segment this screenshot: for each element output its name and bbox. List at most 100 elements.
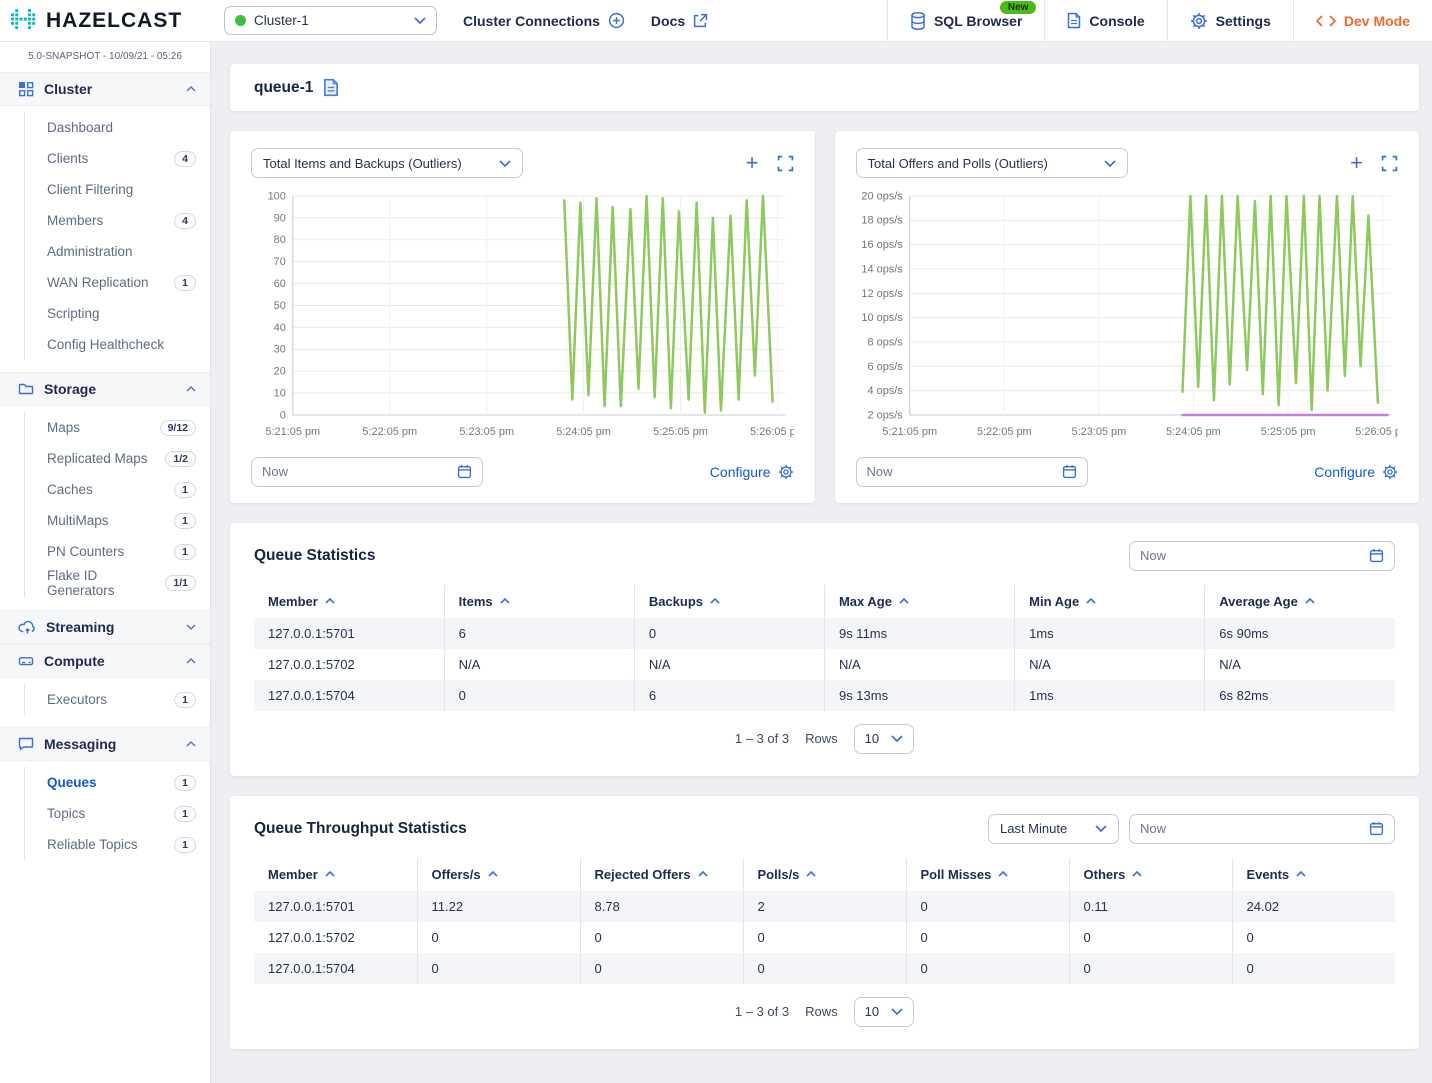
chart-time-value: Now: [262, 464, 457, 479]
table-row[interactable]: 127.0.0.1:5702N/AN/AN/AN/AN/A: [254, 649, 1395, 680]
sidebar-section-compute[interactable]: Compute: [0, 644, 210, 678]
drive-icon: [18, 653, 34, 669]
hazelcast-logo: HAZELCAST: [0, 0, 224, 41]
column-header-rejected-offers[interactable]: Rejected Offers: [580, 858, 743, 891]
sidebar: 5.0-SNAPSHOT - 10/09/21 - 05:26 Cluster …: [0, 42, 211, 1083]
sidebar-section-storage[interactable]: Storage: [0, 372, 210, 406]
rows-label: Rows: [805, 731, 838, 746]
sidebar-item-maps[interactable]: Maps 9/12: [25, 412, 210, 443]
throughput-time-input[interactable]: Now: [1129, 814, 1395, 844]
queue-statistics-card: Queue Statistics Now MemberItemsBackupsM…: [230, 523, 1419, 776]
sidebar-item-multimaps[interactable]: MultiMaps 1: [25, 505, 210, 536]
column-header-offers-s[interactable]: Offers/s: [417, 858, 580, 891]
svg-text:8 ops/s: 8 ops/s: [867, 336, 903, 348]
column-header-others[interactable]: Others: [1069, 858, 1232, 891]
svg-text:5:24:05 pm: 5:24:05 pm: [1166, 426, 1221, 438]
cluster-select[interactable]: Cluster-1: [224, 6, 437, 35]
top-navbar: HAZELCAST Cluster-1 Cluster Connections …: [0, 0, 1432, 42]
configure-label: Configure: [1314, 464, 1375, 480]
rows-per-page-select[interactable]: 10: [854, 997, 914, 1027]
table-row[interactable]: 127.0.0.1:5701609s 11ms1ms6s 90ms: [254, 618, 1395, 649]
sort-asc-icon: [325, 598, 335, 604]
chart-time-input[interactable]: Now: [251, 457, 483, 487]
sidebar-item-dashboard[interactable]: Dashboard: [25, 112, 210, 143]
docs-link[interactable]: Docs: [651, 0, 708, 41]
main-content: queue-1 Total Items and Backups (Outlier…: [211, 42, 1432, 1083]
column-header-member[interactable]: Member: [254, 858, 417, 891]
sidebar-item-queues[interactable]: Queues 1: [25, 767, 210, 798]
column-header-min-age[interactable]: Min Age: [1015, 585, 1205, 618]
interval-select-value: Last Minute: [1000, 821, 1085, 836]
sort-asc-icon: [698, 871, 708, 877]
chevron-up-icon: [186, 386, 196, 392]
sidebar-item-caches[interactable]: Caches 1: [25, 474, 210, 505]
sort-asc-icon: [488, 871, 498, 877]
column-header-member[interactable]: Member: [254, 585, 444, 618]
column-header-poll-misses[interactable]: Poll Misses: [906, 858, 1069, 891]
sidebar-item-flake-id-generators[interactable]: Flake ID Generators 1/1: [25, 567, 210, 598]
svg-text:70: 70: [274, 256, 286, 268]
sql-browser-button[interactable]: New SQL Browser: [887, 0, 1044, 41]
sort-asc-icon: [806, 871, 816, 877]
interval-select[interactable]: Last Minute: [988, 814, 1119, 844]
count-badge: 9/12: [160, 420, 196, 436]
chart-time-input[interactable]: Now: [856, 457, 1088, 487]
chevron-down-icon: [1104, 160, 1116, 167]
column-header-events[interactable]: Events: [1232, 858, 1395, 891]
dev-mode-button[interactable]: Dev Mode: [1293, 0, 1432, 41]
table-row[interactable]: 127.0.0.1:5702000000: [254, 922, 1395, 953]
pagination-range: 1 – 3 of 3: [735, 1004, 789, 1019]
rows-per-page-value: 10: [865, 1004, 879, 1019]
sidebar-item-client-filtering[interactable]: Client Filtering: [25, 174, 210, 205]
settings-button[interactable]: Settings: [1167, 0, 1293, 41]
sidebar-item-config-healthcheck[interactable]: Config Healthcheck: [25, 329, 210, 360]
sidebar-item-clients[interactable]: Clients 4: [25, 143, 210, 174]
cloud-icon: [18, 620, 36, 635]
table-row[interactable]: 127.0.0.1:570111.228.78200.1124.02: [254, 891, 1395, 922]
fullscreen-icon[interactable]: [777, 155, 794, 172]
pagination: 1 – 3 of 3 Rows 10: [254, 997, 1395, 1027]
add-chart-button[interactable]: +: [1350, 152, 1363, 174]
queue-document-icon[interactable]: [323, 78, 339, 97]
metric-select[interactable]: Total Items and Backups (Outliers): [251, 148, 523, 178]
configure-link[interactable]: Configure: [710, 464, 794, 480]
sort-asc-icon: [710, 598, 720, 604]
configure-link[interactable]: Configure: [1314, 464, 1398, 480]
sidebar-item-reliable-topics[interactable]: Reliable Topics 1: [25, 829, 210, 860]
svg-text:2 ops/s: 2 ops/s: [867, 409, 903, 421]
table-row[interactable]: 127.0.0.1:5704000000: [254, 953, 1395, 984]
sidebar-item-topics[interactable]: Topics 1: [25, 798, 210, 829]
sidebar-item-administration[interactable]: Administration: [25, 236, 210, 267]
svg-text:100: 100: [268, 190, 286, 202]
sidebar-section-messaging[interactable]: Messaging: [0, 727, 210, 761]
metric-select[interactable]: Total Offers and Polls (Outliers): [856, 148, 1128, 178]
gear-icon: [1190, 12, 1208, 30]
sidebar-item-executors[interactable]: Executors 1: [25, 684, 210, 715]
table-row[interactable]: 127.0.0.1:5704069s 13ms1ms6s 82ms: [254, 680, 1395, 711]
column-header-polls-s[interactable]: Polls/s: [743, 858, 906, 891]
add-chart-button[interactable]: +: [746, 152, 759, 174]
sort-asc-icon: [1086, 598, 1096, 604]
column-header-backups[interactable]: Backups: [634, 585, 824, 618]
column-header-average-age[interactable]: Average Age: [1205, 585, 1395, 618]
sidebar-item-pn-counters[interactable]: PN Counters 1: [25, 536, 210, 567]
sidebar-section-streaming[interactable]: Streaming: [0, 610, 210, 644]
sidebar-item-members[interactable]: Members 4: [25, 205, 210, 236]
sidebar-item-wan-replication[interactable]: WAN Replication 1: [25, 267, 210, 298]
column-header-max-age[interactable]: Max Age: [824, 585, 1014, 618]
sidebar-item-scripting[interactable]: Scripting: [25, 298, 210, 329]
svg-text:60: 60: [274, 278, 286, 290]
svg-text:0: 0: [280, 409, 286, 421]
svg-text:10 ops/s: 10 ops/s: [861, 312, 903, 324]
count-badge: 1: [174, 544, 196, 560]
calendar-icon: [1369, 821, 1384, 836]
svg-text:12 ops/s: 12 ops/s: [861, 288, 903, 300]
fullscreen-icon[interactable]: [1381, 155, 1398, 172]
sidebar-item-replicated-maps[interactable]: Replicated Maps 1/2: [25, 443, 210, 474]
stats-time-input[interactable]: Now: [1129, 541, 1395, 571]
rows-per-page-select[interactable]: 10: [854, 724, 914, 754]
cluster-connections-link[interactable]: Cluster Connections: [463, 0, 625, 41]
sidebar-section-cluster[interactable]: Cluster: [0, 72, 210, 106]
column-header-items[interactable]: Items: [444, 585, 634, 618]
console-button[interactable]: Console: [1044, 0, 1166, 41]
